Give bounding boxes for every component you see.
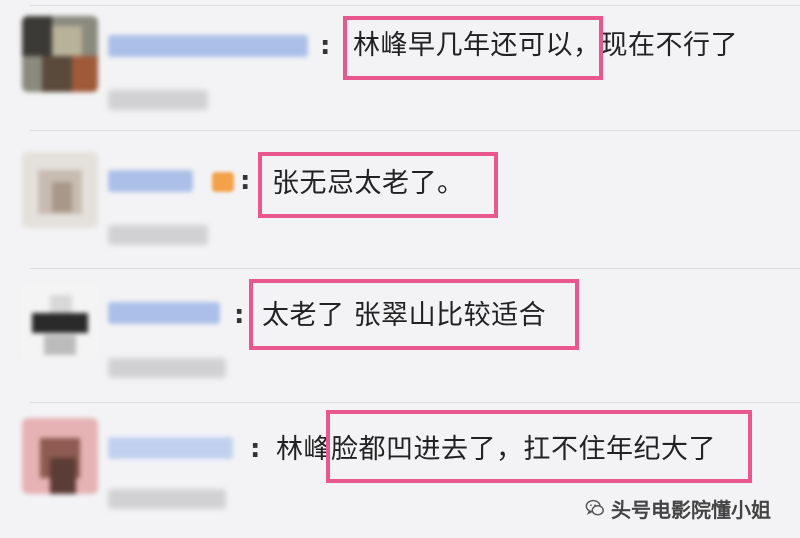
divider	[30, 5, 800, 6]
vip-badge-icon	[212, 172, 234, 192]
comment-timestamp	[108, 489, 226, 509]
highlight-box	[326, 410, 752, 483]
comment-timestamp	[108, 358, 226, 378]
comment-colon: :	[320, 31, 331, 61]
avatar[interactable]	[22, 152, 98, 228]
wechat-icon	[585, 497, 605, 519]
comment-timestamp	[108, 90, 208, 110]
comment-timestamp	[108, 225, 208, 245]
username[interactable]	[108, 437, 233, 459]
avatar[interactable]	[22, 418, 98, 494]
username[interactable]	[108, 35, 308, 57]
avatar[interactable]	[22, 285, 98, 361]
divider	[30, 402, 800, 403]
divider	[30, 268, 800, 269]
avatar[interactable]	[22, 16, 98, 92]
watermark: 头号电影院懂小姐	[585, 493, 771, 523]
comment-colon: :	[234, 300, 245, 330]
highlight-box	[249, 279, 579, 350]
divider	[30, 130, 800, 131]
highlight-box	[343, 16, 603, 80]
comment-colon: :	[250, 434, 261, 464]
username[interactable]	[108, 170, 193, 192]
highlight-box	[258, 152, 498, 218]
username[interactable]	[108, 302, 220, 324]
comment-colon: :	[240, 166, 251, 196]
watermark-text: 头号电影院懂小姐	[611, 497, 771, 522]
